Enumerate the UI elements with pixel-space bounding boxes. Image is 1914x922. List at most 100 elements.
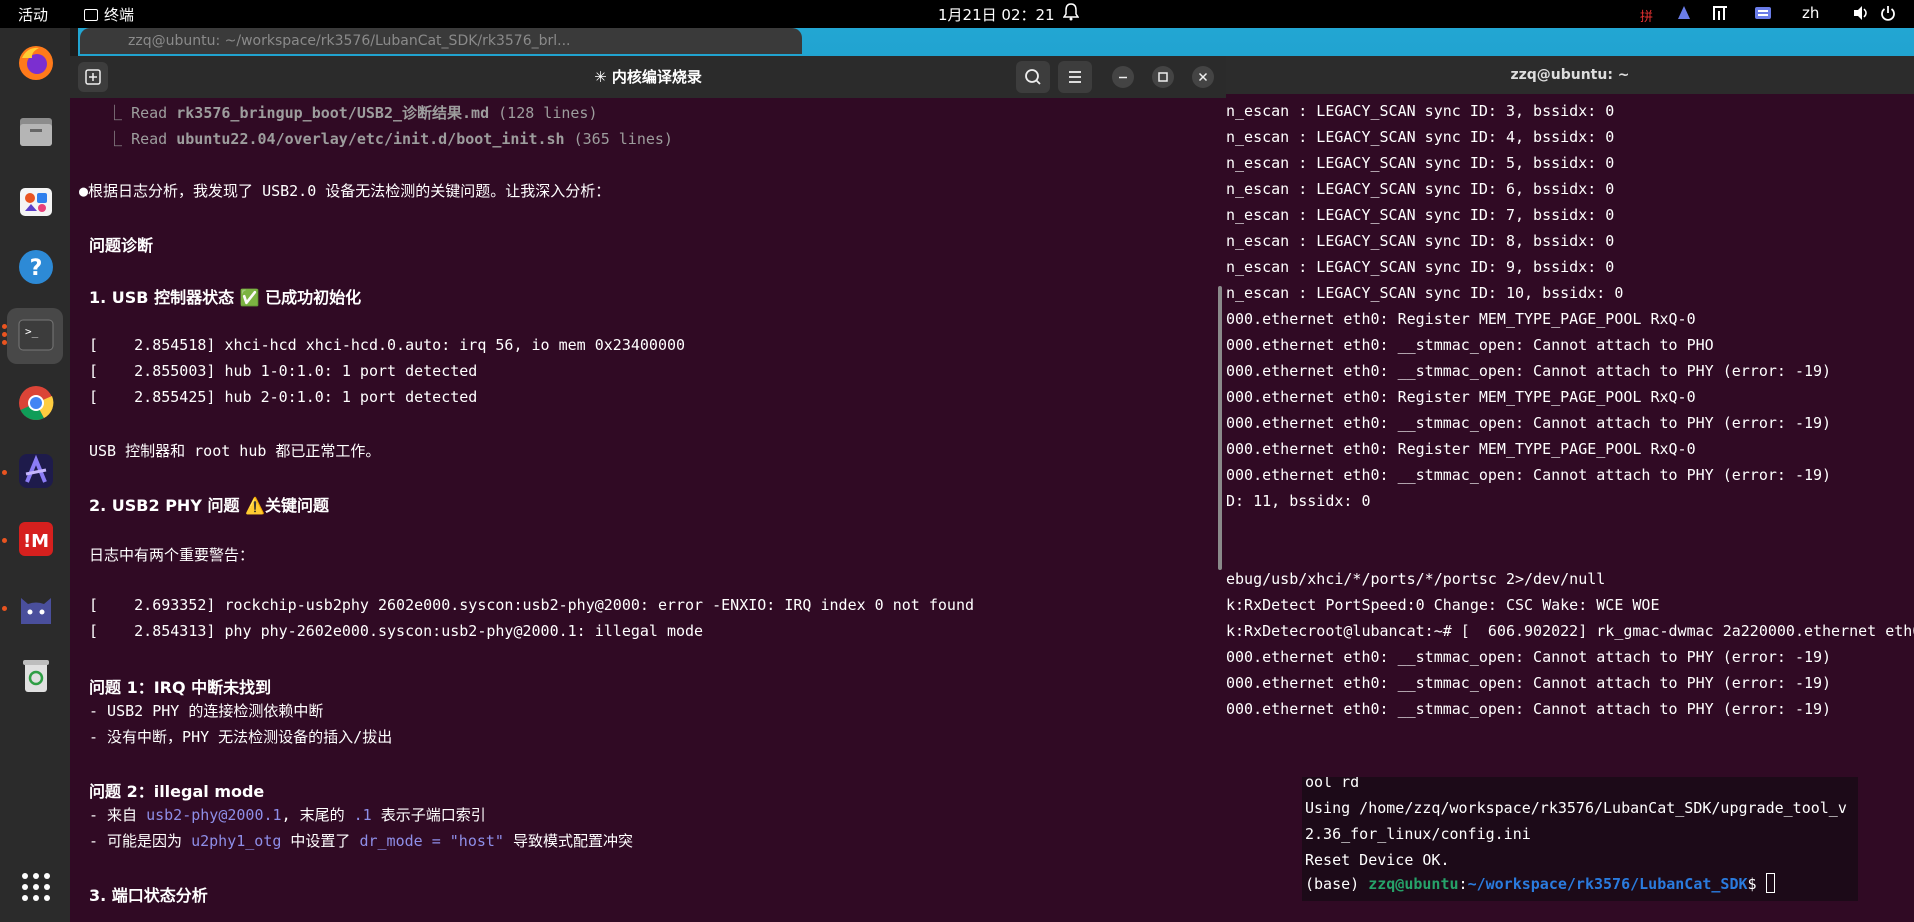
output-line: [ 2.855425] hub 2-0:1.0: 1 port detected — [89, 388, 477, 406]
terminal-icon: >_ — [18, 319, 54, 351]
output-line: 000.ethernet eth0: Register MEM_TYPE_PAG… — [1226, 440, 1696, 458]
scrollbar[interactable] — [1218, 286, 1222, 570]
output-segment: 问题 1：IRQ 中断未找到 — [89, 678, 272, 697]
main-terminal-window[interactable]: ✳ 内核编译烧录 ⎿ Read rk3576_bringup_boot/USB2… — [70, 56, 1226, 922]
notification-bell-icon — [1062, 3, 1080, 25]
maximize-button[interactable] — [1152, 66, 1174, 88]
dock-app-center[interactable] — [7, 172, 63, 228]
output-segment: - USB2 PHY 的连接检测依赖中断 — [89, 702, 324, 720]
trash-icon — [23, 660, 49, 692]
minimize-button[interactable] — [1112, 66, 1134, 88]
output-line: 日志中有两个重要警告： — [89, 544, 254, 565]
output-line: - 没有中断，PHY 无法检测设备的插入/拔出 — [89, 726, 392, 747]
dock-trash[interactable] — [7, 648, 63, 704]
small-terminal-window[interactable]: ool rd Using /home/zzq/workspace/rk3576/L… — [1302, 777, 1858, 901]
output-segment: [ 2.855425] hub 2-0:1.0: 1 port detected — [89, 388, 478, 406]
output-line: k:RxDetect PortSpeed:0 Change: CSC Wake:… — [1226, 596, 1660, 614]
output-line: n_escan : LEGACY_SCAN sync ID: 10, bssid… — [1226, 284, 1624, 302]
output-line: USB 控制器和 root hub 都已正常工作。 — [89, 440, 380, 461]
language-indicator[interactable]: zh — [1802, 4, 1819, 22]
output-segment: ⎿ Read — [89, 104, 177, 122]
im-app-icon: !M — [19, 522, 53, 556]
main-terminal-title: ✳ 内核编译烧录 — [594, 68, 702, 86]
output-line: n_escan : LEGACY_SCAN sync ID: 9, bssidx… — [1226, 258, 1615, 276]
svg-text:?: ? — [30, 256, 43, 281]
output-line: 问题 1：IRQ 中断未找到 — [89, 674, 271, 698]
background-terminal-window[interactable]: zzq@ubuntu: ~/workspace/rk3576/LubanCat_… — [80, 28, 802, 54]
main-terminal-headerbar: ✳ 内核编译烧录 — [70, 56, 1226, 98]
output-segment: 日志中有两个重要警告： — [89, 546, 255, 564]
running-indicator — [2, 538, 7, 543]
menu-button[interactable] — [1058, 61, 1092, 93]
output-segment: ubuntu22.04/overlay/etc/init.d/boot_init… — [176, 130, 565, 148]
maximize-icon — [1158, 72, 1168, 82]
running-indicator — [2, 324, 7, 329]
search-button[interactable] — [1016, 61, 1050, 93]
dock-chrome[interactable] — [7, 376, 63, 432]
dock-terminal[interactable]: >_ — [7, 308, 63, 364]
output-segment: (365 lines) — [564, 130, 673, 148]
app-menu[interactable]: 终端 — [84, 4, 134, 25]
clock[interactable]: 1月21日 02：21 — [938, 4, 1055, 25]
output-line: 2. USB2 PHY 问题 ⚠️关键问题 — [89, 492, 329, 516]
volume-icon[interactable] — [1852, 5, 1870, 25]
output-line: 3. 端口状态分析 — [89, 882, 208, 906]
output-line: ebug/usb/xhci/*/ports/*/portsc 2>/dev/nu… — [1226, 570, 1606, 588]
output-segment: - 可能是因为 — [89, 832, 192, 850]
dock-im-app[interactable]: !M — [7, 512, 63, 568]
files-icon — [20, 118, 52, 146]
help-icon: ? — [19, 250, 53, 284]
output-segment: [ 2.854518] xhci-hcd xhci-hcd.0.auto: ir… — [89, 336, 686, 354]
tray-network-icon[interactable] — [1712, 5, 1730, 25]
output-line: 1. USB 控制器状态 ✅ 已成功初始化 — [89, 284, 361, 308]
output-line: n_escan : LEGACY_SCAN sync ID: 3, bssidx… — [1226, 102, 1615, 120]
text-cursor — [1765, 873, 1775, 893]
output-line: 000.ethernet eth0: __stmmac_open: Cannot… — [1226, 648, 1832, 666]
close-icon — [1198, 72, 1208, 82]
output-segment: dr_mode = "host" — [359, 832, 504, 850]
running-indicator — [2, 606, 7, 611]
output-segment: , 末尾的 — [281, 806, 354, 824]
power-icon[interactable] — [1880, 5, 1896, 25]
output-line: Reset Device OK. — [1305, 851, 1450, 869]
dock-show-apps[interactable] — [7, 860, 63, 916]
output-segment: [ 2.693352] rockchip-usb2phy 2602e000.sy… — [89, 596, 975, 614]
input-method-indicator[interactable]: 拼 — [1640, 6, 1653, 25]
dock-firefox[interactable] — [7, 36, 63, 92]
shell-prompt[interactable]: (base) zzq@ubuntu:~/workspace/rk3576/Lub… — [1305, 873, 1775, 893]
output-line: n_escan : LEGACY_SCAN sync ID: 8, bssidx… — [1226, 232, 1615, 250]
output-segment: 问题诊断 — [89, 236, 154, 255]
background-window-title: zzq@ubuntu: ~/workspace/rk3576/LubanCat_… — [128, 33, 571, 49]
prompt-user: zzq@ubuntu — [1368, 875, 1459, 893]
output-segment: - 来自 — [89, 806, 147, 824]
output-line: [ 2.854313] phy phy-2602e000.syscon:usb2… — [89, 622, 703, 640]
output-line: 问题 2：illegal mode — [89, 778, 264, 802]
tray-app-icon[interactable] — [1676, 5, 1692, 25]
output-segment: 2. USB2 PHY 问题 ⚠️关键问题 — [89, 496, 329, 515]
output-line: 000.ethernet eth0: __stmmac_open: Cannot… — [1226, 362, 1832, 380]
tray-keyboard-icon[interactable] — [1754, 5, 1772, 25]
output-segment: 导致模式配置冲突 — [503, 832, 634, 850]
dock-cat-app[interactable] — [7, 580, 63, 636]
dock-dev-app[interactable] — [7, 444, 63, 500]
dock-files[interactable] — [7, 104, 63, 160]
output-segment: 1. USB 控制器状态 ✅ 已成功初始化 — [89, 288, 362, 307]
app-name: 终端 — [104, 6, 135, 24]
prompt-sep: : — [1458, 875, 1468, 893]
firefox-icon — [19, 46, 53, 80]
output-line: - 来自 usb2-phy@2000.1, 末尾的 .1 表示子端口索引 — [89, 804, 486, 825]
output-segment: ⎿ Read — [89, 130, 177, 148]
output-line: 000.ethernet eth0: __stmmac_open: Cannot… — [1226, 700, 1832, 718]
output-line: D: 11, bssidx: 0 — [1226, 492, 1371, 510]
app-center-icon — [20, 188, 52, 216]
activities-button[interactable]: 活动 — [18, 4, 48, 25]
output-segment: rk3576_bringup_boot/USB2_诊断结果.md — [176, 104, 490, 122]
top-bar: 活动 终端 1月21日 02：21 拼 zh — [0, 0, 1914, 28]
output-line: - 可能是因为 u2phy1_otg 中设置了 dr_mode = "host"… — [89, 830, 633, 851]
output-segment: (128 lines) — [489, 104, 598, 122]
output-line: n_escan : LEGACY_SCAN sync ID: 4, bssidx… — [1226, 128, 1615, 146]
output-line: 000.ethernet eth0: __stmmac_open: Cannot… — [1226, 674, 1832, 692]
close-button[interactable] — [1192, 66, 1214, 88]
dock-help[interactable]: ? — [7, 240, 63, 296]
output-line: [ 2.855003] hub 1-0:1.0: 1 port detected — [89, 362, 477, 380]
